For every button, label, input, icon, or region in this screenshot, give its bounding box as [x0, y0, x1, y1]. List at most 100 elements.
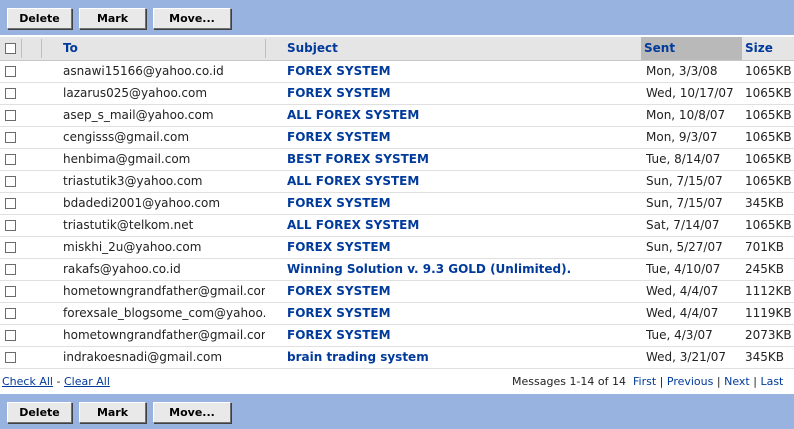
message-recipient: miskhi_2u@yahoo.com: [63, 240, 202, 254]
message-checkbox[interactable]: [5, 330, 16, 341]
message-size: 1065KB: [745, 108, 792, 122]
message-subject[interactable]: ALL FOREX SYSTEM: [287, 215, 637, 236]
move-button[interactable]: Move...: [153, 402, 231, 423]
message-sent-date: Mon, 10/8/07: [646, 108, 726, 122]
message-row[interactable]: hometowngrandfather@gmail.com FOREX SYSTE…: [0, 325, 794, 347]
message-sent-date: Sat, 7/14/07: [646, 218, 720, 232]
message-subject[interactable]: BEST FOREX SYSTEM: [287, 149, 637, 170]
message-size: 1065KB: [745, 218, 792, 232]
last-page-link[interactable]: Last: [760, 375, 783, 388]
message-row[interactable]: asep_s_mail@yahoo.com ALL FOREX SYSTEM Mon…: [0, 105, 794, 127]
message-size: 345KB: [745, 350, 785, 364]
message-row[interactable]: asnawi15166@yahoo.co.id FOREX SYSTEM Mon, …: [0, 61, 794, 83]
message-recipient: cengisss@gmail.com: [63, 130, 190, 144]
message-row[interactable]: rakafs@yahoo.co.id Winning Solution v. 9.…: [0, 259, 794, 281]
message-row[interactable]: triastutik@telkom.net ALL FOREX SYSTEM Sat…: [0, 215, 794, 237]
message-sent-date: Mon, 9/3/07: [646, 130, 718, 144]
message-subject[interactable]: ALL FOREX SYSTEM: [287, 171, 637, 192]
message-subject[interactable]: FOREX SYSTEM: [287, 325, 637, 346]
pager-separator: |: [716, 375, 721, 388]
message-row[interactable]: forexsale_blogsome_com@yahoo.com FOREX SY…: [0, 303, 794, 325]
message-size: 1065KB: [745, 174, 792, 188]
message-subject[interactable]: FOREX SYSTEM: [287, 83, 637, 104]
message-row[interactable]: hometowngrandfather@gmail.com FOREX SYSTE…: [0, 281, 794, 303]
message-sent-date: Mon, 3/3/08: [646, 64, 718, 78]
pager-separator: |: [753, 375, 757, 388]
top-toolbar: Delete Mark Move...: [0, 0, 794, 35]
message-checkbox[interactable]: [5, 110, 16, 121]
message-checkbox[interactable]: [5, 66, 16, 77]
message-row[interactable]: lazarus025@yahoo.com FOREX SYSTEM Wed, 10/…: [0, 83, 794, 105]
footer-separator: -: [56, 375, 61, 388]
clear-all-link[interactable]: Clear All: [64, 375, 110, 388]
message-recipient: hometowngrandfather@gmail.com: [63, 284, 265, 298]
next-page-link[interactable]: Next: [724, 375, 750, 388]
message-size: 245KB: [745, 262, 785, 276]
column-header-size[interactable]: Size: [742, 37, 794, 60]
message-checkbox[interactable]: [5, 308, 16, 319]
message-sent-date: Sun, 7/15/07: [646, 196, 723, 210]
column-divider: [41, 39, 42, 58]
column-header-to[interactable]: To: [60, 37, 265, 60]
message-checkbox[interactable]: [5, 220, 16, 231]
message-subject[interactable]: FOREX SYSTEM: [287, 281, 637, 302]
mark-button[interactable]: Mark: [79, 8, 146, 29]
previous-page-link[interactable]: Previous: [667, 375, 714, 388]
move-button[interactable]: Move...: [153, 8, 231, 29]
message-subject[interactable]: FOREX SYSTEM: [287, 303, 637, 324]
message-recipient: hometowngrandfather@gmail.com: [63, 328, 265, 342]
message-recipient: lazarus025@yahoo.com: [63, 86, 208, 100]
delete-button[interactable]: Delete: [7, 8, 72, 29]
message-recipient: triastutik3@yahoo.com: [63, 174, 203, 188]
first-page-link[interactable]: First: [633, 375, 656, 388]
message-row[interactable]: miskhi_2u@yahoo.com FOREX SYSTEM Sun, 5/27…: [0, 237, 794, 259]
message-checkbox[interactable]: [5, 176, 16, 187]
column-header-subject[interactable]: Subject: [284, 37, 640, 60]
message-sent-date: Wed, 4/4/07: [646, 284, 719, 298]
select-all-checkbox[interactable]: [5, 43, 16, 54]
message-subject[interactable]: brain trading system: [287, 347, 637, 368]
message-sent-date: Wed, 4/4/07: [646, 306, 719, 320]
message-sent-date: Wed, 10/17/07: [646, 86, 734, 100]
message-checkbox[interactable]: [5, 352, 16, 363]
message-row[interactable]: indrakoesnadi@gmail.com brain trading sys…: [0, 347, 794, 369]
message-row[interactable]: henbima@gmail.com BEST FOREX SYSTEM Tue, 8…: [0, 149, 794, 171]
message-size: 1119KB: [745, 306, 792, 320]
message-size: 1065KB: [745, 130, 792, 144]
messages-count: Messages 1-14 of 14: [512, 375, 626, 388]
message-sent-date: Sun, 5/27/07: [646, 240, 723, 254]
message-checkbox[interactable]: [5, 242, 16, 253]
message-checkbox[interactable]: [5, 154, 16, 165]
message-subject[interactable]: FOREX SYSTEM: [287, 237, 637, 258]
column-divider: [265, 39, 266, 58]
message-row[interactable]: cengisss@gmail.com FOREX SYSTEM Mon, 9/3/0…: [0, 127, 794, 149]
message-subject[interactable]: ALL FOREX SYSTEM: [287, 105, 637, 126]
message-subject[interactable]: Winning Solution v. 9.3 GOLD (Unlimited)…: [287, 259, 637, 280]
message-checkbox[interactable]: [5, 286, 16, 297]
message-subject[interactable]: FOREX SYSTEM: [287, 127, 637, 148]
message-recipient: henbima@gmail.com: [63, 152, 191, 166]
pager-separator: |: [659, 375, 664, 388]
message-subject[interactable]: FOREX SYSTEM: [287, 61, 637, 82]
message-checkbox[interactable]: [5, 132, 16, 143]
message-row[interactable]: triastutik3@yahoo.com ALL FOREX SYSTEM Sun…: [0, 171, 794, 193]
message-recipient: bdadedi2001@yahoo.com: [63, 196, 221, 210]
message-checkbox[interactable]: [5, 264, 16, 275]
column-header-sent[interactable]: Sent: [641, 37, 742, 60]
message-recipient: indrakoesnadi@gmail.com: [63, 350, 223, 364]
message-row[interactable]: bdadedi2001@yahoo.com FOREX SYSTEM Sun, 7/…: [0, 193, 794, 215]
message-size: 2073KB: [745, 328, 792, 342]
message-sent-date: Tue, 8/14/07: [646, 152, 721, 166]
message-sent-date: Sun, 7/15/07: [646, 174, 723, 188]
bottom-toolbar: Delete Mark Move...: [0, 394, 794, 429]
message-size: 1065KB: [745, 86, 792, 100]
message-subject[interactable]: FOREX SYSTEM: [287, 193, 637, 214]
message-sent-date: Tue, 4/3/07: [646, 328, 713, 342]
mark-button[interactable]: Mark: [79, 402, 146, 423]
check-all-link[interactable]: Check All: [2, 375, 53, 388]
message-size: 701KB: [745, 240, 785, 254]
message-checkbox[interactable]: [5, 198, 16, 209]
message-checkbox[interactable]: [5, 88, 16, 99]
message-sent-date: Tue, 4/10/07: [646, 262, 721, 276]
delete-button[interactable]: Delete: [7, 402, 72, 423]
